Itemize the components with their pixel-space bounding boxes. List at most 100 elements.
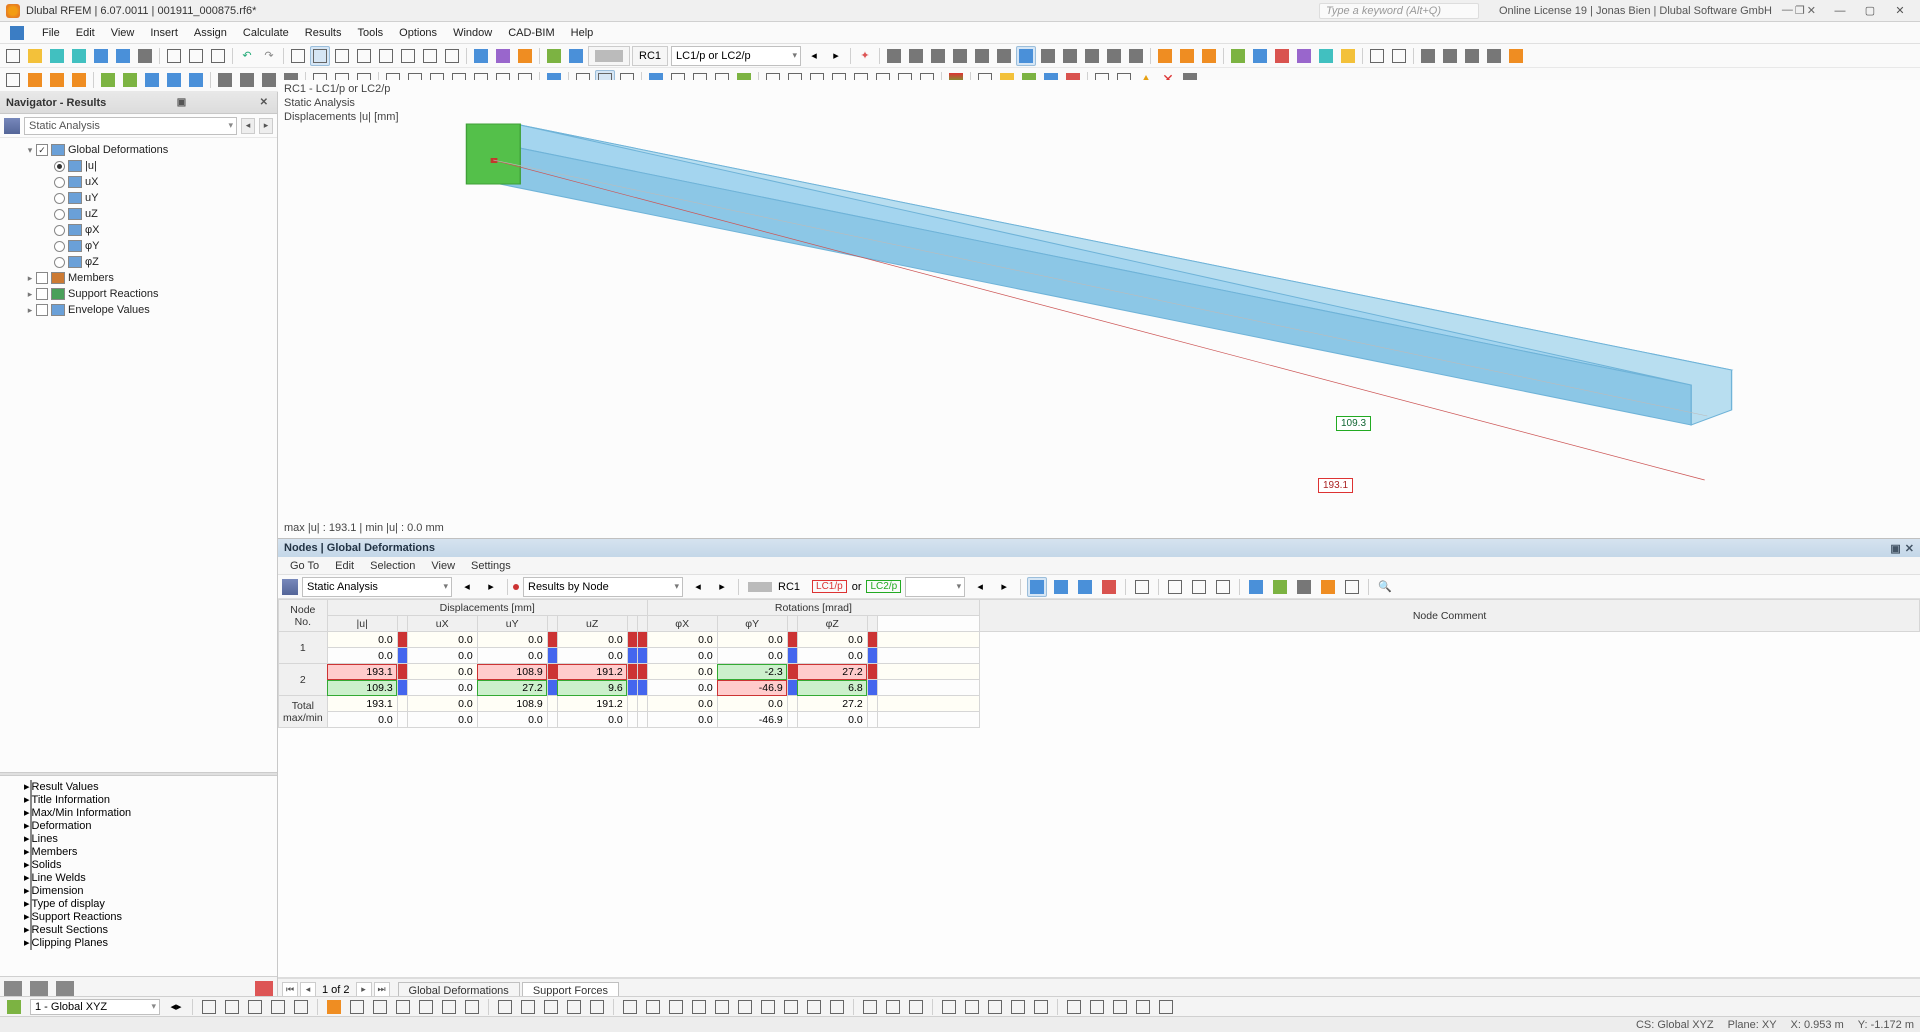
line-c-icon[interactable] [142,70,162,90]
tp-analysis-combo[interactable]: Static Analysis [302,577,452,597]
sb-ic-23[interactable] [736,998,754,1016]
tree-item[interactable]: uY [2,190,275,206]
nav-eye-icon[interactable] [30,981,48,997]
tool-h-icon[interactable] [1060,46,1080,66]
sb-ic-30[interactable] [907,998,925,1016]
sb-ic-16[interactable] [565,998,583,1016]
bg2-icon[interactable] [1389,46,1409,66]
sb-ic-17[interactable] [588,998,606,1016]
res-anim-icon[interactable] [566,46,586,66]
menu-options[interactable]: Options [391,24,445,42]
bg7-icon[interactable] [1506,46,1526,66]
sb-ic-31[interactable] [940,998,958,1016]
tp-col-a-icon[interactable] [1165,577,1185,597]
tp-col-c-icon[interactable] [1213,577,1233,597]
display-filter-item[interactable]: ▸Line Welds [2,871,275,884]
menu-window[interactable]: Window [445,24,500,42]
tool-c-icon[interactable] [928,46,948,66]
open-icon[interactable] [25,46,45,66]
display-filter-item[interactable]: ▸Support Reactions [2,910,275,923]
rb-prev-icon[interactable]: ◂ [688,577,708,597]
sb-ic-39[interactable] [1134,998,1152,1016]
sb-ic-28[interactable] [861,998,879,1016]
sb-ic-2[interactable] [223,998,241,1016]
tp-rc-swatch[interactable] [744,578,776,596]
sb-ic-11[interactable] [440,998,458,1016]
axes3-icon[interactable] [1272,46,1292,66]
sb-ic-36[interactable] [1065,998,1083,1016]
sb-ic-15[interactable] [542,998,560,1016]
cube-a-icon[interactable] [1155,46,1175,66]
tp-xls-icon[interactable] [1270,577,1290,597]
tree-item[interactable]: uX [2,174,275,190]
cs-nav-icon[interactable]: ◂▸ [167,998,185,1016]
sb-ic-5[interactable] [292,998,310,1016]
undo-icon[interactable]: ↶ [237,46,257,66]
menu-help[interactable]: Help [563,24,602,42]
sel-arrow-icon[interactable] [3,70,23,90]
new-icon[interactable] [3,46,23,66]
sb-ic-18[interactable] [621,998,639,1016]
view-6-icon[interactable] [420,46,440,66]
sb-ic-29[interactable] [884,998,902,1016]
rb-next-icon[interactable]: ▸ [712,577,732,597]
sb-ic-3[interactable] [246,998,264,1016]
view-iso-icon[interactable] [310,46,330,66]
tp-menu-settings[interactable]: Settings [463,559,519,573]
sb-ic-33[interactable] [986,998,1004,1016]
close-icon[interactable]: ✕ [1886,2,1914,20]
tp-menu-goto[interactable]: Go To [282,559,327,573]
saveall-icon[interactable] [113,46,133,66]
tp-prev-icon[interactable]: ◂ [457,577,477,597]
tree-item[interactable]: uZ [2,206,275,222]
sb-ic-24[interactable] [759,998,777,1016]
render-mode-icon[interactable] [1016,46,1036,66]
view-top-icon[interactable] [332,46,352,66]
doc-min-icon[interactable]: — [1782,4,1793,17]
tp-menu-selection[interactable]: Selection [362,559,423,573]
print-icon[interactable] [135,46,155,66]
tree-item[interactable]: φZ [2,254,275,270]
display-filter-item[interactable]: ▸Max/Min Information [2,806,275,819]
doc-max-icon[interactable]: ❐ [1795,4,1805,17]
tool-j-icon[interactable] [1104,46,1124,66]
keyword-search[interactable]: Type a keyword (Alt+Q) [1319,3,1479,19]
sb-ic-22[interactable] [713,998,731,1016]
menu-results[interactable]: Results [297,24,350,42]
tp-more-icon[interactable] [1342,577,1362,597]
tp-pin-icon[interactable]: ▣ [1890,542,1900,555]
bg1-icon[interactable] [1367,46,1387,66]
cube-b-icon[interactable] [1177,46,1197,66]
nav-next-icon[interactable]: ▸ [259,118,273,134]
sb-ic-10[interactable] [417,998,435,1016]
tool-e-icon[interactable] [972,46,992,66]
sb-ic-4[interactable] [269,998,287,1016]
sb-ic-19[interactable] [644,998,662,1016]
display-filter-item[interactable]: ▸Title Information [2,793,275,806]
sb-ic-27[interactable] [828,998,846,1016]
tree-item[interactable]: φX [2,222,275,238]
results-grid[interactable]: NodeNo. Displacements [mm] Rotations [mr… [278,599,1920,978]
menu-insert[interactable]: Insert [142,24,186,42]
sb-ic-26[interactable] [805,998,823,1016]
sb-ic-40[interactable] [1157,998,1175,1016]
tp-print-icon[interactable] [1294,577,1314,597]
results-by-combo[interactable]: Results by Node [523,577,683,597]
cube-c-icon[interactable] [1199,46,1219,66]
sb-ic-38[interactable] [1111,998,1129,1016]
sb-ic-20[interactable] [667,998,685,1016]
view-7-icon[interactable] [442,46,462,66]
display-filter-item[interactable]: ▸Result Values [2,780,275,793]
nav-camera-icon[interactable] [56,981,74,997]
tree-item[interactable]: ▸Support Reactions [2,286,275,302]
tool-i-icon[interactable] [1082,46,1102,66]
display-filter-item[interactable]: ▸Clipping Planes [2,936,275,949]
sb-ic-25[interactable] [782,998,800,1016]
sel-a-icon[interactable] [25,70,45,90]
sb-ic-9[interactable] [394,998,412,1016]
bg3-icon[interactable] [1418,46,1438,66]
tool-a-icon[interactable] [884,46,904,66]
save-icon[interactable] [91,46,111,66]
view-5-icon[interactable] [398,46,418,66]
tp-menu-edit[interactable]: Edit [327,559,362,573]
